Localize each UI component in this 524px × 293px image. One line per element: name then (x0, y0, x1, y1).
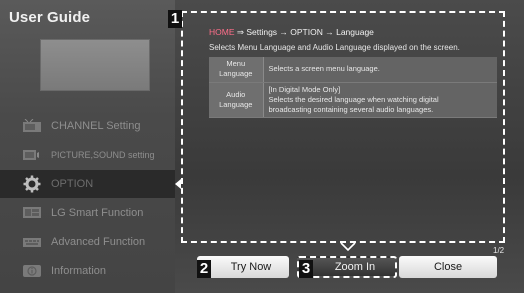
sidebar-item-picture-sound-setting[interactable]: PICTURE,SOUND setting (0, 141, 175, 169)
key-line: Menu (226, 59, 246, 69)
step-badge-3: 3 (299, 260, 313, 278)
preview-thumbnail (40, 39, 150, 91)
close-label: Close (433, 261, 463, 273)
sidebar-item-option[interactable]: OPTION (0, 170, 181, 198)
sidebar-item-label: Information (51, 265, 107, 277)
gear-icon (21, 175, 43, 193)
table-key: Menu Language (209, 57, 264, 83)
key-line: Language (219, 69, 253, 79)
picture-sound-icon (21, 147, 43, 163)
info-icon (21, 263, 43, 279)
breadcrumb-path: ⇒ Settings → OPTION → Language (234, 27, 374, 37)
keyboard-icon (21, 234, 43, 250)
value-line: broadcasting containing several audio la… (268, 104, 434, 114)
tv-antenna-icon (21, 118, 43, 134)
table-value: Selects a screen menu language. (263, 57, 497, 83)
sidebar-item-lg-smart-function[interactable]: LG Smart Function (0, 199, 175, 227)
sidebar-item-channel-setting[interactable]: CHANNEL Setting (0, 112, 175, 140)
sidebar-item-label: OPTION (51, 178, 94, 190)
zoom-in-label: Zoom In (334, 261, 376, 273)
sidebar-item-label: Advanced Function (51, 236, 146, 248)
sidebar-item-information[interactable]: Information (0, 257, 175, 285)
user-guide-screen: User Guide CHANNEL Setting PICTURE,SOUND… (0, 0, 524, 293)
close-button[interactable]: Close (399, 256, 497, 278)
info-table: Menu Language Selects a screen menu lang… (209, 57, 497, 118)
page-description: Selects Menu Language and Audio Language… (209, 43, 460, 52)
table-value: [In Digital Mode Only] Selects the desir… (263, 82, 497, 118)
table-row: Menu Language Selects a screen menu lang… (209, 57, 497, 83)
breadcrumb: HOME ⇒ Settings → OPTION → Language (209, 27, 374, 38)
value-line: Selects a screen menu language. (268, 64, 380, 74)
value-line: [In Digital Mode Only] (268, 84, 341, 94)
sidebar-item-label: PICTURE,SOUND setting (51, 150, 155, 160)
sidebar-menu: CHANNEL Setting PICTURE,SOUND setting OP… (0, 112, 181, 286)
step-badge-1: 1 (168, 10, 182, 28)
sidebar-item-advanced-function[interactable]: Advanced Function (0, 228, 175, 256)
try-now-label: Try Now (230, 261, 272, 273)
guide-title: User Guide (9, 9, 91, 26)
page-indicator: 1/2 (493, 246, 505, 255)
value-line: Selects the desired language when watchi… (268, 94, 439, 104)
sidebar-item-label: LG Smart Function (51, 207, 144, 219)
chevron-down-icon[interactable] (340, 239, 356, 252)
key-line: Language (219, 99, 253, 109)
smart-tv-icon (21, 205, 43, 221)
sidebar-item-label: CHANNEL Setting (51, 120, 141, 132)
key-line: Audio (226, 89, 246, 99)
table-key: Audio Language (209, 82, 264, 118)
step-badge-2: 2 (197, 260, 211, 278)
breadcrumb-home: HOME (209, 27, 235, 37)
table-row: Audio Language [In Digital Mode Only] Se… (209, 82, 497, 118)
sidebar: User Guide CHANNEL Setting PICTURE,SOUND… (0, 0, 181, 293)
